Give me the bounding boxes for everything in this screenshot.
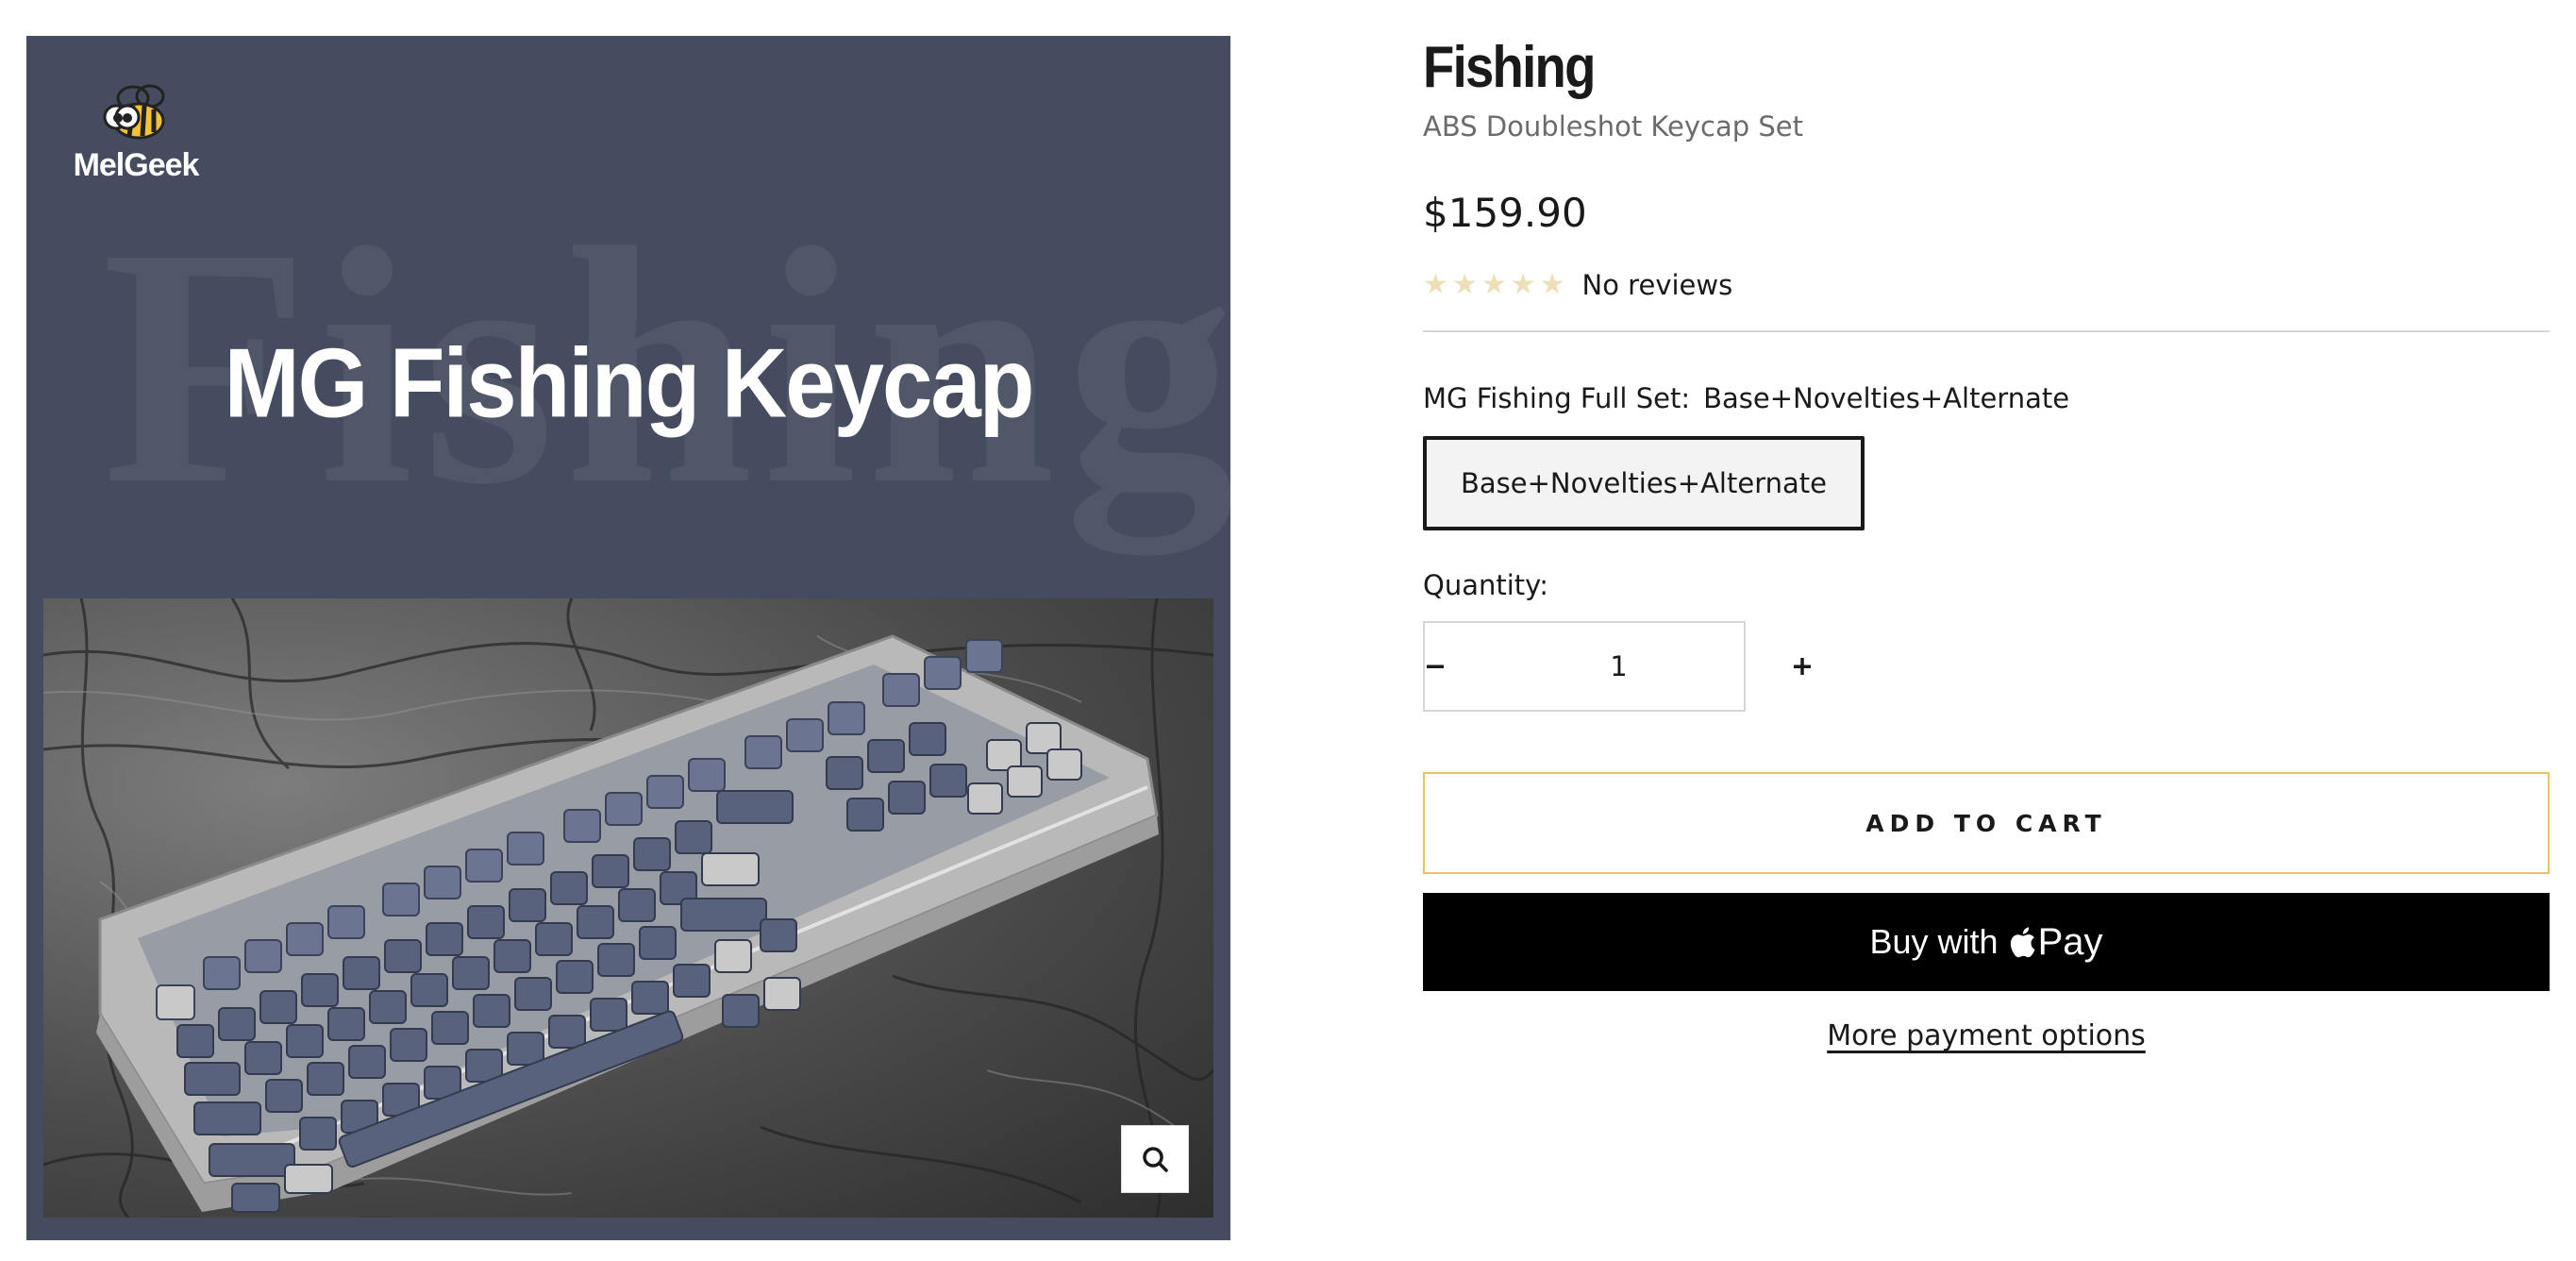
product-subtitle: ABS Doubleshot Keycap Set: [1423, 110, 1803, 143]
quantity-label: Quantity:: [1423, 569, 1548, 601]
apple-pay-button[interactable]: Buy with Pay: [1423, 893, 2550, 991]
star-icon: ★: [1539, 268, 1565, 301]
star-icon: ★: [1510, 268, 1536, 301]
reviews-count: No reviews: [1581, 269, 1733, 301]
add-to-cart-button[interactable]: ADD TO CART: [1423, 772, 2550, 874]
quantity-stepper: [1423, 621, 1811, 712]
decrease-quantity-button[interactable]: [1425, 623, 1446, 710]
quantity-input[interactable]: [1446, 623, 1792, 710]
variant-label-text: MG Fishing Full Set:: [1423, 382, 1691, 414]
more-payment-options: More payment options: [1423, 1019, 2550, 1052]
product-info: Fishing ABS Doubleshot Keycap Set $159.9…: [1423, 34, 2550, 1052]
zoom-button[interactable]: [1121, 1125, 1189, 1193]
minus-icon: [1427, 664, 1444, 668]
star-icon: ★: [1451, 268, 1478, 301]
rating[interactable]: ★ ★ ★ ★ ★ No reviews: [1423, 266, 2550, 304]
product-image-gallery[interactable]: MelGeek Fishing MG Fishing Keycap: [26, 36, 1230, 1240]
melgeek-logo: MelGeek: [74, 77, 199, 189]
increase-quantity-button[interactable]: [1792, 623, 1813, 710]
keyboard-photo: [43, 598, 1213, 1218]
star-icon: ★: [1423, 268, 1448, 301]
more-payment-options-link[interactable]: More payment options: [1827, 1019, 2146, 1052]
product-price: $159.90: [1423, 190, 1587, 236]
hero-title: MG Fishing Keycap: [224, 328, 1035, 439]
plus-icon: [1794, 658, 1811, 675]
product-page: MelGeek Fishing MG Fishing Keycap Fishin…: [0, 0, 2576, 1261]
search-icon: [1143, 1147, 1168, 1172]
product-title: Fishing: [1423, 35, 1596, 100]
buy-now-prefix: Buy with: [1869, 922, 1999, 961]
variant-selected-value: Base+Novelties+Alternate: [1703, 382, 2070, 414]
apple-icon: [2008, 925, 2036, 959]
bee-icon: [103, 84, 165, 140]
star-icon: ★: [1480, 268, 1507, 301]
variant-option-button[interactable]: Base+Novelties+Alternate: [1423, 436, 1865, 530]
variant-label: MG Fishing Full Set: Base+Novelties+Alter…: [1423, 379, 2550, 417]
divider: [1423, 330, 2550, 332]
apple-pay-label: Pay: [2037, 920, 2103, 963]
star-rating: ★ ★ ★ ★ ★: [1423, 271, 1565, 299]
keyboard-illustration: [43, 598, 1213, 1218]
